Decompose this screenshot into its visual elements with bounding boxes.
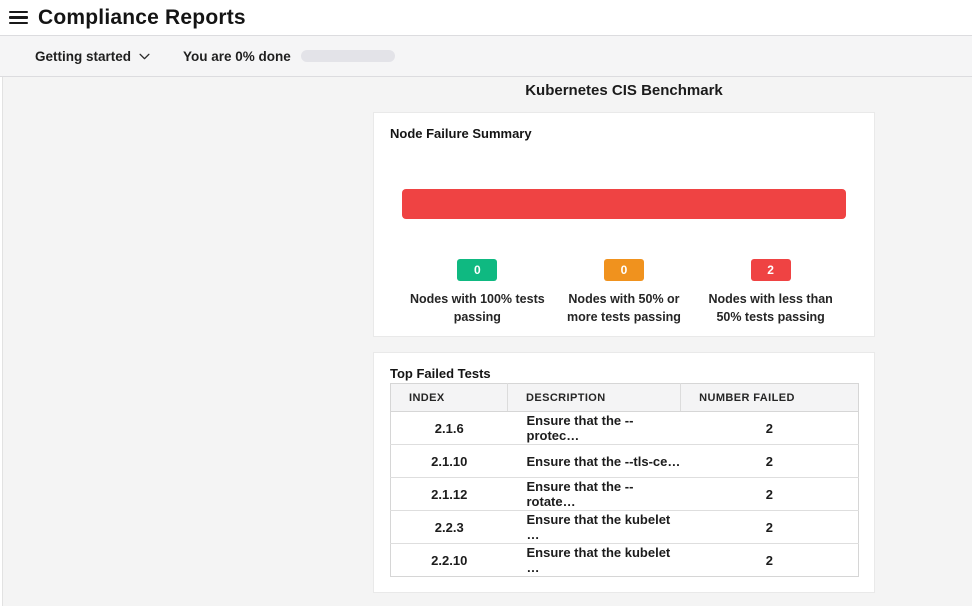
top-failed-tests-card: Top Failed Tests INDEX DESCRIPTION NUMBE… [373, 352, 875, 593]
cell-number-failed: 2 [681, 412, 859, 445]
node-failure-summary-title: Node Failure Summary [390, 126, 532, 141]
table-row: 2.2.10 Ensure that the kubelet … 2 [391, 544, 859, 577]
legend-item-pass: 0 Nodes with 100% tests passing [408, 259, 546, 326]
table-row: 2.1.10 Ensure that the --tls-ce… 2 [391, 445, 859, 478]
cell-number-failed: 2 [681, 445, 859, 478]
cell-index: 2.1.12 [391, 478, 508, 511]
cell-number-failed: 2 [681, 544, 859, 577]
node-failure-summary-card: Node Failure Summary 0 Nodes with 100% t… [373, 112, 875, 337]
fail-count-badge: 2 [751, 259, 791, 281]
chevron-down-icon [139, 53, 150, 60]
table-row: 2.1.12 Ensure that the --rotate… 2 [391, 478, 859, 511]
cell-number-failed: 2 [681, 478, 859, 511]
cell-index: 2.1.10 [391, 445, 508, 478]
column-header-index: INDEX [391, 384, 508, 412]
warn-count-badge: 0 [604, 259, 644, 281]
cell-description: Ensure that the --tls-ce… [508, 445, 681, 478]
top-failed-tests-title: Top Failed Tests [390, 366, 491, 381]
hamburger-menu-icon[interactable] [9, 11, 28, 25]
cell-description: Ensure that the kubelet … [508, 544, 681, 577]
getting-started-banner: Getting started You are 0% done [0, 35, 972, 77]
column-header-number-failed: NUMBER FAILED [681, 384, 859, 412]
pass-count-badge: 0 [457, 259, 497, 281]
cell-description: Ensure that the --rotate… [508, 478, 681, 511]
cell-description: Ensure that the --protec… [508, 412, 681, 445]
getting-started-label: Getting started [35, 49, 131, 64]
node-failure-legend: 0 Nodes with 100% tests passing 0 Nodes … [374, 259, 874, 326]
cell-index: 2.2.10 [391, 544, 508, 577]
warn-count-label: Nodes with 50% or more tests passing [555, 290, 693, 326]
column-header-description: DESCRIPTION [508, 384, 681, 412]
page-title: Compliance Reports [38, 6, 246, 30]
progress-bar [301, 50, 395, 62]
cell-index: 2.2.3 [391, 511, 508, 544]
table-header-row: INDEX DESCRIPTION NUMBER FAILED [391, 384, 859, 412]
getting-started-dropdown[interactable]: Getting started [35, 49, 150, 64]
fail-count-label: Nodes with less than 50% tests passing [702, 290, 840, 326]
collapsed-sidebar-edge [0, 77, 3, 606]
pass-count-label: Nodes with 100% tests passing [408, 290, 546, 326]
progress-text: You are 0% done [183, 49, 291, 64]
report-heading: Kubernetes CIS Benchmark [373, 82, 875, 99]
legend-item-fail: 2 Nodes with less than 50% tests passing [702, 259, 840, 326]
cell-index: 2.1.6 [391, 412, 508, 445]
compliance-reports-page: Compliance Reports Getting started You a… [0, 0, 972, 606]
app-header: Compliance Reports [0, 0, 972, 35]
legend-item-warn: 0 Nodes with 50% or more tests passing [555, 259, 693, 326]
cell-number-failed: 2 [681, 511, 859, 544]
table-row: 2.1.6 Ensure that the --protec… 2 [391, 412, 859, 445]
node-failure-bar-chart [402, 189, 846, 219]
cell-description: Ensure that the kubelet … [508, 511, 681, 544]
table-row: 2.2.3 Ensure that the kubelet … 2 [391, 511, 859, 544]
top-failed-tests-table: INDEX DESCRIPTION NUMBER FAILED 2.1.6 En… [390, 383, 859, 577]
